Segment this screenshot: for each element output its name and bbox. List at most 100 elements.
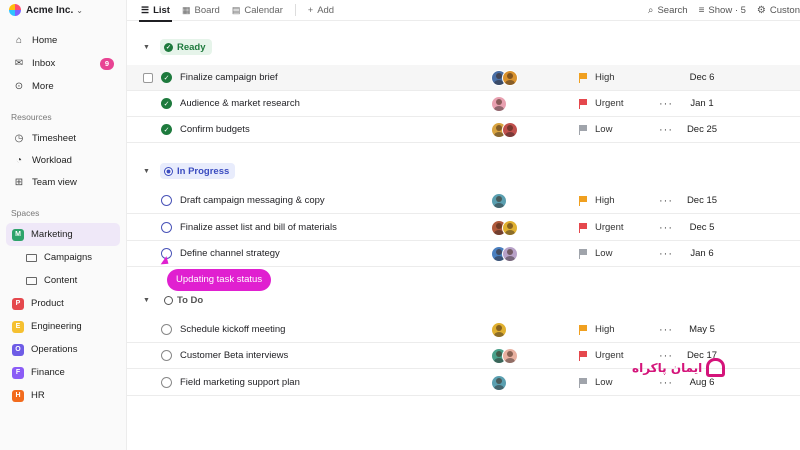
task-status-icon[interactable]: ✓ — [161, 124, 172, 135]
task-status-icon[interactable] — [161, 377, 172, 388]
tab-board[interactable]: ▦ Board — [176, 0, 226, 21]
priority-label: Low — [595, 124, 613, 135]
more-options-icon[interactable]: ··· — [659, 98, 673, 110]
avatar[interactable] — [502, 121, 518, 138]
sidebar-item-marketing[interactable]: M Marketing — [6, 223, 120, 246]
assignees[interactable] — [491, 347, 518, 364]
task-status-icon[interactable] — [161, 350, 172, 361]
assignees[interactable] — [491, 69, 518, 86]
assignees[interactable] — [491, 219, 518, 236]
collapse-caret-icon[interactable]: ▼ — [143, 168, 150, 175]
add-view-button[interactable]: + Add — [302, 0, 340, 21]
collapse-caret-icon[interactable]: ▼ — [143, 297, 150, 304]
priority-cell[interactable]: Low — [579, 248, 612, 259]
clock-icon: ◷ — [14, 133, 24, 144]
sidebar-item-more[interactable]: ⊙ More — [6, 75, 120, 98]
row-select-checkbox[interactable] — [143, 72, 153, 83]
avatar[interactable] — [502, 347, 518, 364]
sidebar-item-operations[interactable]: O Operations — [6, 338, 120, 361]
task-name[interactable]: Customer Beta interviews — [180, 350, 288, 361]
task-name[interactable]: Finalize campaign brief — [180, 72, 278, 83]
sidebar-item-label: More — [32, 81, 54, 92]
task-row[interactable]: Finalize asset list and bill of material… — [127, 215, 800, 241]
sidebar-item-content[interactable]: Content — [20, 269, 120, 292]
avatar[interactable] — [491, 321, 507, 338]
priority-cell[interactable]: High — [579, 72, 615, 83]
sidebar-item-timesheet[interactable]: ◷ Timesheet — [6, 127, 120, 150]
group-header[interactable]: ▼ ✓ Ready — [127, 35, 800, 59]
sidebar-item-engineering[interactable]: E Engineering — [6, 315, 120, 338]
sidebar-item-inbox[interactable]: ✉ Inbox 9 — [6, 52, 120, 75]
more-options-icon[interactable]: ··· — [659, 222, 673, 234]
sidebar-item-team-view[interactable]: ⊞ Team view — [6, 171, 120, 194]
priority-cell[interactable]: Urgent — [579, 350, 624, 361]
due-date[interactable]: Jan 1 — [685, 98, 719, 109]
search-button[interactable]: ⌕ Search — [648, 5, 688, 16]
avatar[interactable] — [491, 374, 507, 391]
more-options-icon[interactable]: ··· — [659, 377, 673, 389]
sidebar-item-product[interactable]: P Product — [6, 292, 120, 315]
tab-calendar[interactable]: ▤ Calendar — [226, 0, 289, 21]
due-date[interactable]: Dec 15 — [685, 195, 719, 206]
task-row[interactable]: ✓ Audience & market research Urgent ··· Jan … — [127, 91, 800, 117]
customize-button[interactable]: ⚙ Custon — [757, 5, 800, 16]
priority-cell[interactable]: Urgent — [579, 222, 624, 233]
due-date[interactable]: Aug 6 — [685, 377, 719, 388]
due-date[interactable]: Dec 6 — [685, 72, 719, 83]
customize-label: Custon — [769, 4, 800, 16]
avatar[interactable] — [502, 219, 518, 236]
task-row[interactable]: Define channel strategy Low ··· Jan 6 — [127, 241, 800, 267]
sidebar-item-campaigns[interactable]: Campaigns — [20, 246, 120, 269]
more-options-icon[interactable]: ··· — [659, 124, 673, 136]
assignees[interactable] — [491, 245, 518, 262]
task-row[interactable]: ✓ Confirm budgets Low ··· Dec 25 — [127, 117, 800, 143]
group-header[interactable]: ▼ In Progress — [127, 159, 800, 183]
task-row[interactable]: Draft campaign messaging & copy High ··· De… — [127, 188, 800, 214]
task-name[interactable]: Confirm budgets — [180, 124, 250, 135]
show-columns-button[interactable]: ≡ Show · 5 — [699, 5, 746, 16]
task-name[interactable]: Schedule kickoff meeting — [180, 324, 285, 335]
due-date[interactable]: Dec 25 — [685, 124, 719, 135]
assignees[interactable] — [491, 121, 518, 138]
sidebar-item-label: Operations — [31, 344, 78, 355]
assignees[interactable] — [491, 374, 507, 391]
task-row[interactable]: ✓ Finalize campaign brief High Dec 6 — [127, 65, 800, 91]
more-options-icon[interactable]: ··· — [659, 195, 673, 207]
priority-cell[interactable]: High — [579, 195, 615, 206]
avatar[interactable] — [502, 245, 518, 262]
priority-cell[interactable]: Low — [579, 377, 612, 388]
collapse-caret-icon[interactable]: ▼ — [143, 44, 150, 51]
due-date[interactable]: May 5 — [685, 324, 719, 335]
due-date[interactable]: Dec 5 — [685, 222, 719, 233]
task-name[interactable]: Draft campaign messaging & copy — [180, 195, 325, 206]
task-row[interactable]: Schedule kickoff meeting High ··· May 5 — [127, 317, 800, 343]
more-options-icon[interactable]: ··· — [659, 324, 673, 336]
assignees[interactable] — [491, 95, 507, 112]
assignees[interactable] — [491, 192, 507, 209]
assignees[interactable] — [491, 321, 507, 338]
avatar[interactable] — [491, 95, 507, 112]
task-status-icon[interactable] — [161, 324, 172, 335]
sidebar-item-home[interactable]: ⌂ Home — [6, 29, 120, 52]
more-options-icon[interactable]: ··· — [659, 248, 673, 260]
priority-cell[interactable]: Urgent — [579, 98, 624, 109]
group-header[interactable]: ▼ To Do — [127, 288, 800, 312]
task-name[interactable]: Finalize asset list and bill of material… — [180, 222, 337, 233]
task-status-icon[interactable] — [161, 222, 172, 233]
task-name[interactable]: Define channel strategy — [180, 248, 280, 259]
workspace-switcher[interactable]: Acme Inc. ⌄ — [0, 0, 126, 20]
priority-cell[interactable]: Low — [579, 124, 612, 135]
sidebar-item-finance[interactable]: F Finance — [6, 361, 120, 384]
task-name[interactable]: Audience & market research — [180, 98, 300, 109]
avatar[interactable] — [491, 192, 507, 209]
due-date[interactable]: Jan 6 — [685, 248, 719, 259]
task-status-icon[interactable] — [161, 195, 172, 206]
task-status-icon[interactable]: ✓ — [161, 98, 172, 109]
sidebar-item-workload[interactable]: ◔ Workload — [6, 150, 120, 171]
avatar[interactable] — [502, 69, 518, 86]
sidebar-item-hr[interactable]: H HR — [6, 384, 120, 407]
task-name[interactable]: Field marketing support plan — [180, 377, 300, 388]
priority-cell[interactable]: High — [579, 324, 615, 335]
task-status-icon[interactable]: ✓ — [161, 72, 172, 83]
tab-list[interactable]: ☰ List — [135, 0, 176, 22]
